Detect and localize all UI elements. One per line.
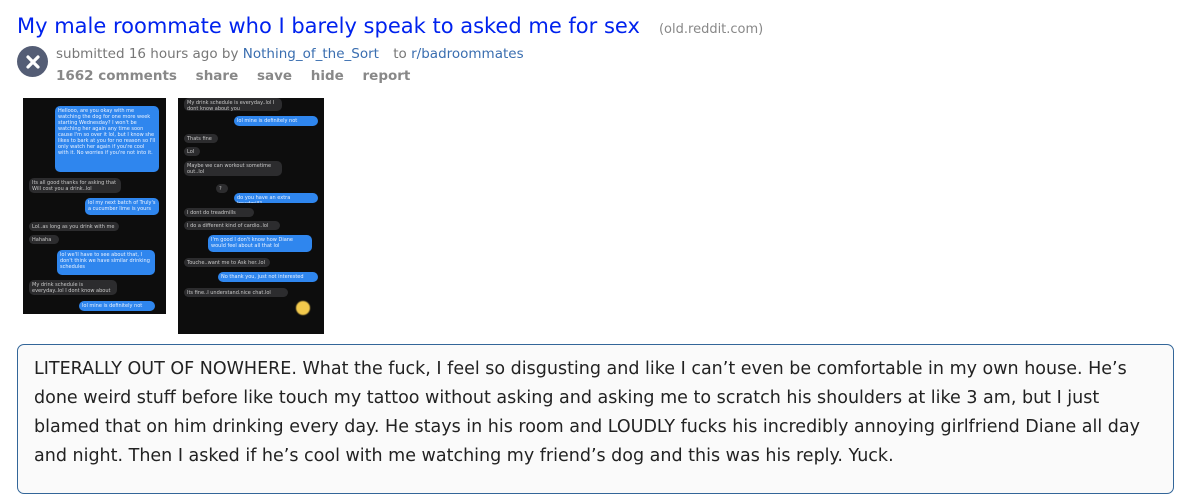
screenshot-image-right[interactable]: My drink schedule is everyday..lol I don… — [178, 98, 324, 334]
message-bubble: Lol..as long as you drink with me — [29, 222, 119, 231]
message-bubble: No thank you, just not interested — [218, 272, 318, 282]
post-title-row: My male roommate who I barely speak to a… — [17, 14, 763, 38]
message-bubble: lol we'll have to see about that, I don'… — [57, 250, 155, 275]
message-bubble: I'm good I don't know how Diane would fe… — [208, 235, 312, 252]
message-bubble: Touche..want me to Ask her..lol — [184, 258, 270, 267]
subreddit-link[interactable]: r/badroommates — [411, 46, 524, 62]
message-bubble: Maybe we can workout sometime out..lol — [184, 161, 282, 176]
selftext-body: LITERALLY OUT OF NOWHERE. What the fuck,… — [34, 359, 1140, 466]
emoji-sticker-icon — [296, 301, 310, 315]
message-bubble: do you have an extra treadmill? — [234, 193, 318, 203]
message-bubble: Hellooo, are you okay with me watching t… — [55, 106, 159, 172]
message-bubble: Its fine..I understand.nice chat.lol — [184, 288, 288, 297]
comments-link[interactable]: 1662 comments — [56, 68, 177, 84]
post-tagline: submitted 16 hours ago by Nothing_of_the… — [56, 46, 524, 62]
close-icon — [25, 54, 40, 69]
message-bubble: I dont do treadmills — [184, 208, 254, 217]
post-domain[interactable]: (old.reddit.com) — [659, 22, 763, 37]
hide-button[interactable]: hide — [311, 68, 344, 84]
message-bubble: My drink schedule is everyday..lol I don… — [29, 280, 117, 295]
author-link[interactable]: Nothing_of_the_Sort — [243, 46, 379, 62]
save-button[interactable]: save — [257, 68, 292, 84]
submitted-text: submitted 16 hours ago by — [56, 46, 239, 62]
post-buttons: 1662 comments share save hide report — [56, 68, 424, 84]
message-bubble: ? — [216, 184, 228, 193]
screenshot-image-left[interactable]: Hellooo, are you okay with me watching t… — [23, 98, 166, 314]
share-button[interactable]: share — [196, 68, 239, 84]
message-bubble: Hahaha — [29, 235, 59, 244]
message-bubble: Thats fine — [184, 134, 218, 143]
message-bubble: Its all good thanks for asking that Will… — [29, 178, 121, 193]
message-bubble: lol mine is definitely not — [79, 301, 155, 311]
post-selftext: LITERALLY OUT OF NOWHERE. What the fuck,… — [17, 344, 1174, 494]
report-button[interactable]: report — [363, 68, 411, 84]
close-button[interactable] — [17, 46, 48, 77]
post-title-link[interactable]: My male roommate who I barely speak to a… — [17, 14, 640, 38]
message-bubble: Lol — [184, 147, 200, 156]
message-bubble: lol my next batch of Truly's a cucumber … — [85, 198, 159, 215]
message-bubble: I do a different kind of cardio..lol — [184, 221, 280, 230]
to-label: to — [393, 46, 407, 62]
message-bubble: My drink schedule is everyday..lol I don… — [184, 98, 282, 111]
message-bubble: lol mine is definitely not — [234, 116, 318, 126]
